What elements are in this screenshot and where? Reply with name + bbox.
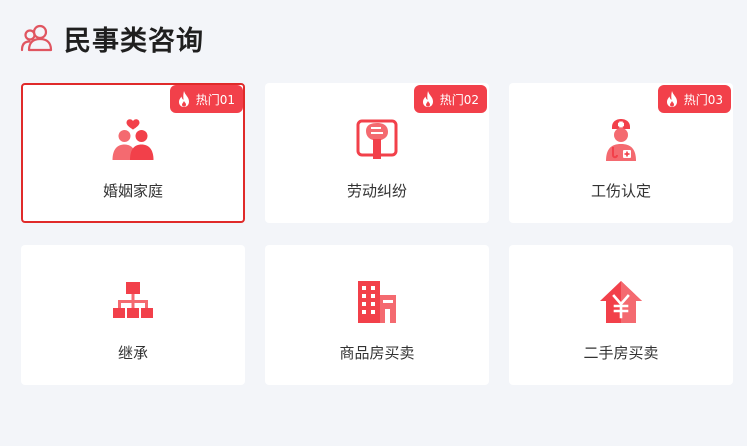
family-tree-icon xyxy=(113,282,153,318)
people-icon xyxy=(20,24,53,52)
fire-icon xyxy=(666,91,677,107)
badge-label: 热门02 xyxy=(439,92,479,107)
category-label: 婚姻家庭 xyxy=(102,182,163,200)
category-label: 劳动纠纷 xyxy=(346,182,407,200)
fire-icon xyxy=(178,91,189,107)
category-label: 工伤认定 xyxy=(590,182,651,200)
page-title: 民事类咨询 xyxy=(64,25,204,57)
category-card-inheritance[interactable]: 继承 xyxy=(21,245,245,385)
category-card-injury[interactable]: 热门03 工伤认定 xyxy=(509,83,733,223)
category-grid: 热门01 婚姻家庭 热门02 劳动纠纷 热门03 工伤认定 继承 商品房买卖 二… xyxy=(21,83,733,387)
couple-heart-icon xyxy=(112,119,154,160)
category-card-resale-housing[interactable]: 二手房买卖 xyxy=(509,245,733,385)
badge-label: 热门03 xyxy=(683,92,723,107)
house-yuan-icon xyxy=(600,281,642,323)
category-card-marriage[interactable]: 热门01 婚姻家庭 xyxy=(21,83,245,223)
category-label: 二手房买卖 xyxy=(583,344,659,362)
fire-icon xyxy=(422,91,433,107)
category-label: 商品房买卖 xyxy=(339,344,415,362)
category-card-labor[interactable]: 热门02 劳动纠纷 xyxy=(265,83,489,223)
nurse-icon xyxy=(606,119,636,161)
category-card-new-housing[interactable]: 商品房买卖 xyxy=(265,245,489,385)
hot-badge: 热门03 xyxy=(657,85,731,113)
section-header: 民事类咨询 xyxy=(20,20,204,57)
fist-icon xyxy=(356,119,398,159)
hot-badge: 热门02 xyxy=(413,85,487,113)
badge-label: 热门01 xyxy=(195,92,235,107)
category-label: 继承 xyxy=(117,344,148,362)
hot-badge: 热门01 xyxy=(169,85,243,113)
building-icon xyxy=(358,281,396,323)
